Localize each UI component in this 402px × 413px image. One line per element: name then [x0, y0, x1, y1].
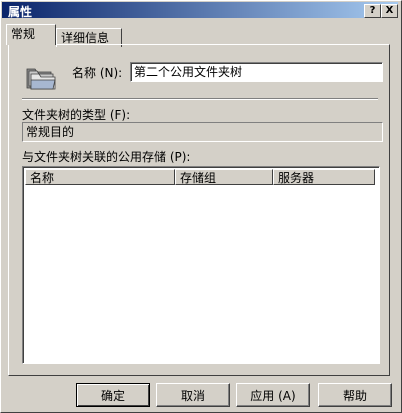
name-field[interactable]: 第二个公用文件夹树 [130, 62, 383, 82]
close-button[interactable]: X [381, 4, 398, 18]
folder-tree-type-label: 文件夹树的类型 (F): [22, 108, 131, 122]
cancel-button[interactable]: 取消 [156, 383, 230, 407]
tab-general[interactable]: 常规 [6, 24, 56, 45]
folder-tree-type-value: 常规目的 [22, 122, 383, 142]
window-title: 属性 [8, 5, 33, 19]
public-stores-list[interactable]: 名称 存储组 服务器 [22, 166, 380, 364]
help-title-button[interactable]: ? [364, 4, 381, 18]
title-bar: 属性 ? X [2, 2, 398, 19]
column-header-storage-group[interactable]: 存储组 [175, 169, 273, 185]
apply-button[interactable]: 应用 (A) [236, 383, 310, 407]
separator [22, 98, 378, 100]
public-stores-label: 与文件夹树关联的公用存储 (P): [22, 150, 191, 164]
name-label: 名称 (N): [72, 66, 123, 80]
column-header-name[interactable]: 名称 [25, 169, 175, 185]
folder-tree-icon [26, 68, 56, 90]
ok-button[interactable]: 确定 [76, 383, 150, 407]
help-button[interactable]: 帮助 [318, 383, 392, 407]
column-header-server[interactable]: 服务器 [273, 169, 375, 185]
